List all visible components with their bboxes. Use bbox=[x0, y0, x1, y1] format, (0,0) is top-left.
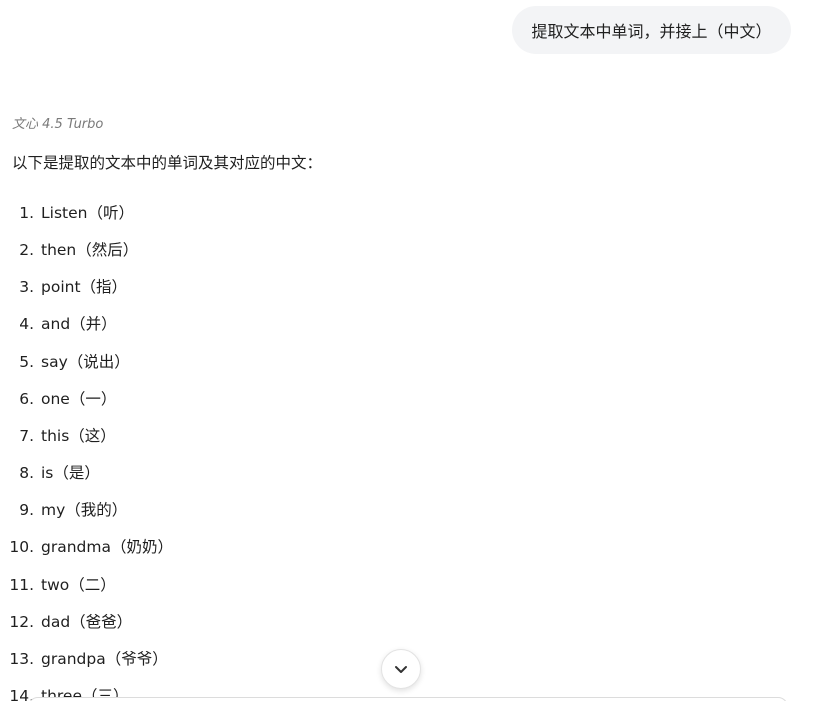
chat-page: 提取文本中单词，并接上（中文） 文心 4.5 Turbo 以下是提取的文本中的单… bbox=[0, 0, 815, 701]
user-message-text: 提取文本中单词，并接上（中文） bbox=[531, 22, 772, 41]
list-item-text: this（这） bbox=[41, 427, 116, 445]
list-item-number: 12. bbox=[9, 613, 34, 631]
list-item: 4. and（并） bbox=[0, 312, 400, 336]
list-item: 12. dad（爸爸） bbox=[0, 610, 400, 634]
list-item: 9. my（我的） bbox=[0, 498, 400, 522]
list-item: 6. one（一） bbox=[0, 387, 400, 411]
scroll-to-bottom-button[interactable] bbox=[381, 649, 421, 689]
list-item-number: 14. bbox=[9, 687, 34, 701]
list-item-text: two（二） bbox=[41, 576, 116, 594]
list-item-text: is（是） bbox=[41, 464, 100, 482]
list-item: 2. then（然后） bbox=[0, 238, 400, 262]
list-item: 13. grandpa（爷爷） bbox=[0, 647, 400, 671]
list-item-number: 7. bbox=[19, 427, 34, 445]
list-item: 7. this（这） bbox=[0, 424, 400, 448]
list-item-number: 2. bbox=[19, 241, 34, 259]
list-item-number: 1. bbox=[19, 204, 34, 222]
list-item-text: grandma（奶奶） bbox=[41, 538, 173, 556]
list-item-number: 8. bbox=[19, 464, 34, 482]
list-item-number: 6. bbox=[19, 390, 34, 408]
list-item-number: 10. bbox=[9, 538, 34, 556]
message-input-box[interactable] bbox=[28, 697, 788, 701]
list-item: 11. two（二） bbox=[0, 573, 400, 597]
response-intro: 以下是提取的文本中的单词及其对应的中文： bbox=[12, 154, 323, 172]
list-item-text: point（指） bbox=[41, 278, 128, 296]
list-item-number: 3. bbox=[19, 278, 34, 296]
list-item: 3. point（指） bbox=[0, 275, 400, 299]
list-item: 5. say（说出） bbox=[0, 350, 400, 374]
list-item-number: 4. bbox=[19, 315, 34, 333]
list-item-text: dad（爸爸） bbox=[41, 613, 133, 631]
list-item-text: then（然后） bbox=[41, 241, 139, 259]
list-item-text: one（一） bbox=[41, 390, 117, 408]
list-item-number: 13. bbox=[9, 650, 34, 668]
list-item-text: say（说出） bbox=[41, 353, 130, 371]
list-item: 10. grandma（奶奶） bbox=[0, 535, 400, 559]
user-message-bubble: 提取文本中单词，并接上（中文） bbox=[512, 6, 791, 54]
list-item-text: and（并） bbox=[41, 315, 117, 333]
list-item-text: Listen（听） bbox=[41, 204, 134, 222]
list-item: 8. is（是） bbox=[0, 461, 400, 485]
chevron-down-icon bbox=[392, 660, 410, 678]
list-item-text: grandpa（爷爷） bbox=[41, 650, 168, 668]
model-name-label: 文心 4.5 Turbo bbox=[12, 117, 104, 132]
list-item: 1. Listen（听） bbox=[0, 201, 400, 225]
list-item-number: 11. bbox=[9, 576, 34, 594]
list-item-text: my（我的） bbox=[41, 501, 128, 519]
list-item-number: 5. bbox=[19, 353, 34, 371]
list-item-number: 9. bbox=[19, 501, 34, 519]
